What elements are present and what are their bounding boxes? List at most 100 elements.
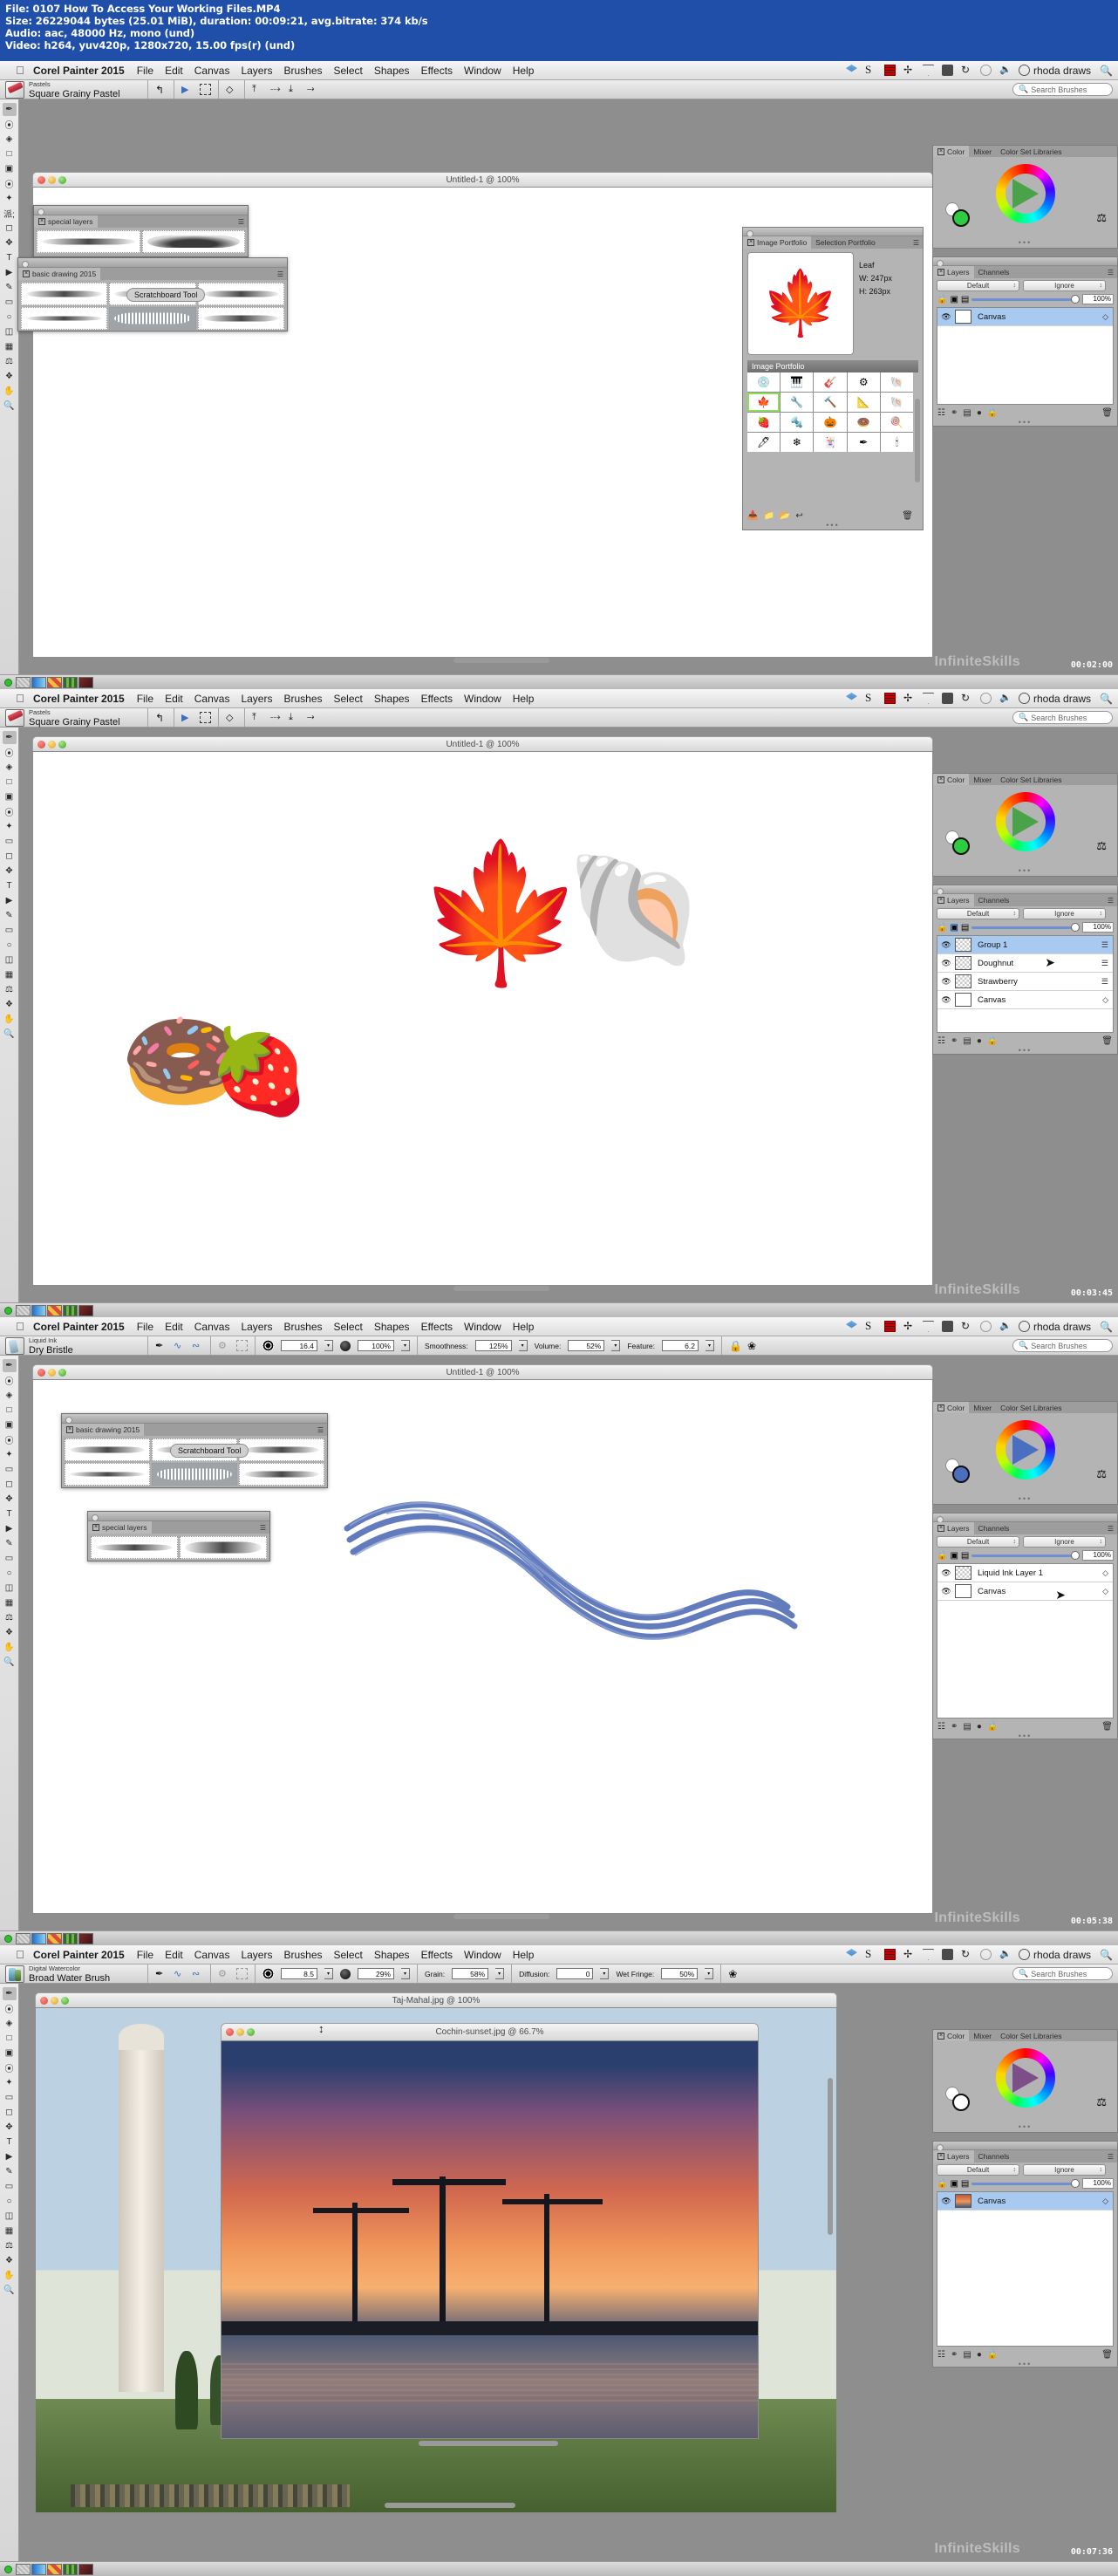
opacity-row-1[interactable]: 🔒 ▣ ▤ 100% <box>933 293 1117 305</box>
property-bar-4[interactable]: Digital Watercolor Broad Water Brush ✒ ∿… <box>0 1964 1118 1984</box>
brush-variant-cell[interactable] <box>65 1463 150 1486</box>
menu-help[interactable]: Help <box>513 1321 535 1333</box>
panel-resize-dots[interactable]: ••• <box>933 419 1117 427</box>
layers-tabs-1[interactable]: × Layers Channels ☰ <box>933 266 1117 278</box>
brush-opacity-icon[interactable] <box>340 1968 351 1979</box>
brush-selector-1[interactable]: Pastels Square Grainy Pastel <box>0 80 148 99</box>
apple-menu-icon[interactable]:  <box>14 692 26 705</box>
wet-fringe-field-4[interactable]: 50% <box>661 1968 699 1979</box>
color-wheel-4[interactable] <box>996 2048 1055 2108</box>
brush-variant-cell[interactable] <box>21 283 108 305</box>
delete-icon[interactable]: 🗑 <box>902 511 913 521</box>
layer-row-canvas[interactable]: 👁 Canvas ◇ <box>937 991 1113 1009</box>
taj-vscrollbar[interactable] <box>828 2078 833 2235</box>
tool-transform[interactable]: ✥ <box>3 864 17 878</box>
brush-palette-basic-drawing-1[interactable]: × basic drawing 2015 ☰ Scratchboard Tool <box>17 257 288 331</box>
zoom-button-taj[interactable] <box>61 1996 69 2005</box>
menu-shapes[interactable]: Shapes <box>374 693 410 705</box>
tool-dropper[interactable]: ⦿ <box>3 2002 17 2015</box>
portfolio-thumb[interactable]: 🔨 <box>814 393 847 412</box>
menu-brushes[interactable]: Brushes <box>283 693 322 705</box>
tab-mixer[interactable]: Mixer <box>969 2030 997 2042</box>
layers-tabs-2[interactable]: × Layers Channels ☰ <box>933 894 1117 906</box>
close-icon[interactable]: × <box>66 1426 73 1433</box>
display-icon[interactable] <box>942 1321 953 1332</box>
opacity-row-4[interactable]: 🔒 ▣ ▤ 100% <box>933 2177 1117 2190</box>
tool-transform[interactable]: ✥ <box>3 1493 17 1506</box>
canvas-hscrollbar-2[interactable] <box>453 1286 549 1291</box>
portfolio-thumb[interactable]: ❄ <box>781 433 814 452</box>
tool-magnifier[interactable]: 🔍 <box>3 400 17 413</box>
layer-row-group-1[interactable]: 👁 Group 1 ☰ <box>937 936 1113 954</box>
weave-swatch[interactable] <box>63 2563 78 2575</box>
menu-select[interactable]: Select <box>334 1321 363 1333</box>
panel-resize-dots[interactable]: ••• <box>743 522 923 530</box>
tab-color-set-libraries[interactable]: Color Set Libraries <box>996 2030 1067 2042</box>
panel-resize-dots[interactable]: ••• <box>933 1732 1117 1740</box>
tab-channels[interactable]: Channels <box>973 266 1014 278</box>
brush-controls-icon[interactable]: ❀ <box>728 1968 740 1980</box>
portfolio-thumb[interactable]: 🔧 <box>781 393 814 412</box>
transform-icon[interactable]: ◇ <box>226 84 237 95</box>
panel-resize-dots[interactable]: ••• <box>933 2123 1117 2131</box>
tab-color[interactable]: × Color <box>933 2030 970 2042</box>
brush-variant-cell[interactable] <box>37 230 140 253</box>
close-button-cochin[interactable] <box>226 2028 234 2036</box>
portfolio-tabs-1[interactable]: × Image Portfolio Selection Portfolio ☰ <box>743 236 923 249</box>
portfolio-thumb[interactable]: 📐 <box>847 393 880 412</box>
import-icon[interactable]: 📂 <box>780 511 790 521</box>
tool-layer-adjust[interactable]: ◻ <box>3 2106 17 2119</box>
brush-variant-cell[interactable] <box>21 307 108 330</box>
tool-shape-select[interactable]: ▶ <box>3 894 17 907</box>
minimize-button-cochin[interactable] <box>236 2028 244 2036</box>
tool-rect-shape[interactable]: ▭ <box>3 1552 17 1565</box>
menu-shapes[interactable]: Shapes <box>374 65 410 77</box>
lock-icon[interactable]: 🔒 <box>987 2350 998 2360</box>
menu-layers[interactable]: Layers <box>241 65 272 77</box>
panel-grip[interactable] <box>933 1513 1117 1523</box>
tool-rect-shape[interactable]: ▭ <box>3 296 17 309</box>
app-name-4[interactable]: Corel Painter 2015 <box>33 1949 125 1961</box>
zoom-button-3[interactable] <box>58 1368 66 1377</box>
close-button-taj[interactable] <box>40 1996 48 2005</box>
straight-line-icon[interactable]: ∾ <box>192 1340 203 1351</box>
close-button-1[interactable] <box>37 175 45 184</box>
clone-source-icon[interactable]: ⚙ <box>218 1968 229 1979</box>
display-icon[interactable] <box>942 65 953 76</box>
tool-magicwand[interactable]: ✦ <box>3 2076 17 2089</box>
tab-color-set-libraries[interactable]: Color Set Libraries <box>996 1402 1067 1414</box>
window-controls-1[interactable] <box>37 175 66 184</box>
search-brushes-2[interactable]: 🔍 Search Brushes <box>1012 711 1113 724</box>
pattern-swatch[interactable] <box>47 2563 62 2575</box>
menubar-3[interactable]:  Corel Painter 2015 File Edit Canvas La… <box>0 1317 1118 1336</box>
close-icon[interactable]: × <box>747 239 754 246</box>
delete-layer-icon[interactable]: 🗑 <box>1101 1036 1113 1046</box>
tool-perspective[interactable]: ▦ <box>3 968 17 981</box>
app-name-2[interactable]: Corel Painter 2015 <box>33 693 125 705</box>
tool-magnifier[interactable]: 🔍 <box>3 1028 17 1041</box>
menu-layers[interactable]: Layers <box>241 693 272 705</box>
menu-select[interactable]: Select <box>334 693 363 705</box>
mask-icon[interactable]: ● <box>977 1722 982 1732</box>
brush-variant-cell-selected[interactable] <box>109 307 196 330</box>
opacity-stepper-3[interactable]: ▾ <box>401 1340 410 1351</box>
look-swatch[interactable] <box>78 1932 93 1944</box>
opacity-field-4[interactable]: 29% <box>358 1968 394 1979</box>
tool-grabber[interactable]: ✋ <box>3 1641 17 1654</box>
menu-file[interactable]: File <box>137 1321 153 1333</box>
s-icon[interactable]: S <box>865 1320 876 1332</box>
tool-magicwand[interactable]: ✦ <box>3 192 17 205</box>
spotlight-search-icon[interactable]: 🔍 <box>1100 1321 1113 1333</box>
color-tabs-4[interactable]: × Color Mixer Color Set Libraries <box>933 2030 1117 2042</box>
mask-icon[interactable]: ● <box>977 1036 982 1046</box>
s-icon[interactable]: S <box>865 692 876 704</box>
menu-effects[interactable]: Effects <box>421 1321 453 1333</box>
tool-oval-shape[interactable]: ○ <box>3 1567 17 1580</box>
extras-group-4[interactable]: ❀ <box>721 1964 746 1983</box>
undo-group-1[interactable]: ↰ <box>148 80 174 99</box>
tool-eraser[interactable]: □ <box>3 776 17 789</box>
visibility-eye-icon[interactable]: 👁 <box>937 977 955 987</box>
undo-arrow-icon[interactable]: ↰ <box>155 712 167 724</box>
bottom-strip-4[interactable] <box>0 2561 1118 2576</box>
align-left-icon[interactable]: ⤏ <box>270 712 282 723</box>
